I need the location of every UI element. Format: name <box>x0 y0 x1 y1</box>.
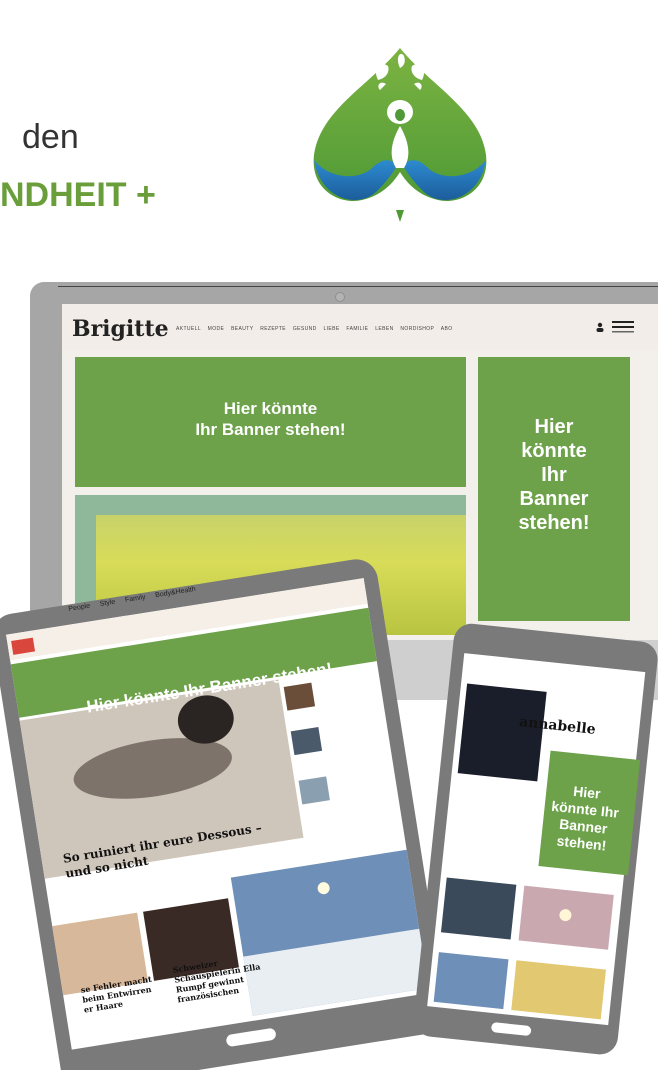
nav-item[interactable]: FAMILIE <box>346 326 368 332</box>
nav-item[interactable]: MODE <box>208 326 225 332</box>
tablet-headline[interactable]: So ruiniert ihr eure Dessous – und so ni… <box>62 821 265 882</box>
nav-item[interactable]: ABO <box>441 326 453 332</box>
hero-image-meadow[interactable] <box>96 515 466 635</box>
tablet-card-1-title[interactable]: se Fehler macht beim Entwirren er Haare <box>80 974 155 1015</box>
nav-item[interactable]: LIEBE <box>323 326 339 332</box>
tablet-card-2-title[interactable]: Schweizer Schauspielerin Ella Rumpf gewi… <box>172 951 264 1005</box>
nav-item[interactable]: BEAUTY <box>231 326 253 332</box>
heading-line-1: den <box>22 118 79 156</box>
desktop-nav: AKTUELL MODE BEAUTY REZEPTE GESUND LIEBE… <box>176 326 452 332</box>
phone-banner-text[interactable]: Hier könnte Ihr Banner stehen! <box>539 780 630 856</box>
menu-icon[interactable] <box>612 320 634 334</box>
nav-item[interactable]: GESUND <box>293 326 317 332</box>
heading-line-2: NDHEIT + <box>0 176 156 214</box>
nav-item[interactable]: REZEPTE <box>260 326 286 332</box>
health-tree-logo-icon <box>313 48 487 222</box>
banner-wide-text: Hier könnte Ihr Banner stehen! <box>195 399 346 439</box>
monitor-edge <box>58 286 658 287</box>
camera-icon <box>335 292 345 302</box>
nav-item[interactable]: AKTUELL <box>176 326 201 332</box>
nav-item[interactable]: NORDISHOP <box>400 326 434 332</box>
nav-item[interactable]: LEBEN <box>375 326 393 332</box>
banner-tall-text: Hier könnte Ihr Banner stehen! <box>518 416 590 534</box>
site-logo-brigitte[interactable]: Brigitte <box>72 316 169 342</box>
phone-site-logo[interactable]: annabelle <box>518 714 596 738</box>
user-icon[interactable] <box>596 322 604 332</box>
